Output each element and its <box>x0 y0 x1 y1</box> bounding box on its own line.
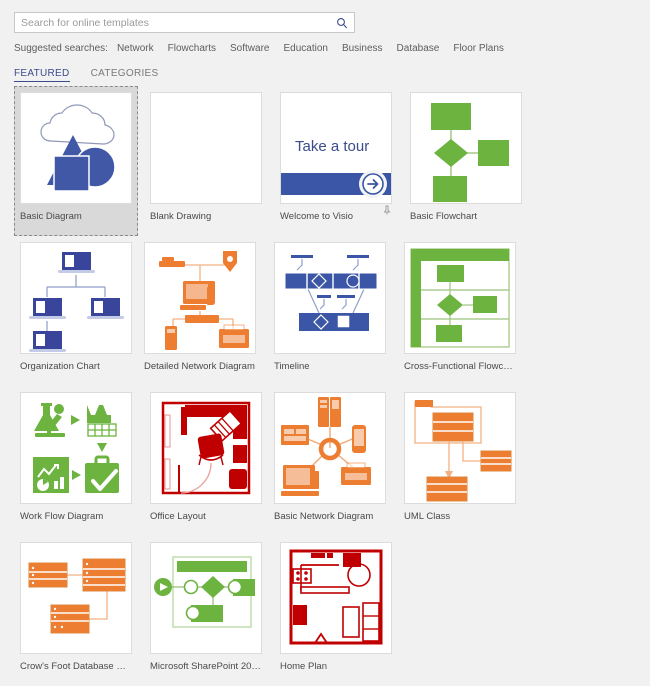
template-tile-crows-foot-database-notation[interactable]: Crow's Foot Database Notation <box>14 536 138 686</box>
template-caption: Home Plan <box>280 661 327 672</box>
template-cell: Blank Drawing <box>144 86 268 236</box>
template-tile-timeline[interactable]: Timeline <box>268 236 392 386</box>
template-tile-office-layout[interactable]: Office Layout <box>144 386 268 536</box>
suggested-searches: Suggested searches: Network Flowcharts Soft… <box>14 42 636 55</box>
tab-bar: FEATURED CATEGORIES <box>14 67 636 82</box>
template-thumbnail-basic-network-diagram <box>274 392 386 504</box>
template-thumbnail-detailed-network-diagram <box>144 242 256 354</box>
template-thumbnail-office-layout <box>150 392 262 504</box>
search-area: Suggested searches: Network Flowcharts Soft… <box>0 0 650 82</box>
template-caption: Basic Network Diagram <box>274 511 374 522</box>
suggested-search-business[interactable]: Business <box>342 43 383 54</box>
search-input[interactable] <box>15 13 331 32</box>
template-caption: Cross-Functional Flowchart <box>404 361 516 372</box>
template-thumbnail-crows-foot-database-notation <box>20 542 132 654</box>
template-thumbnail-basic-flowchart <box>410 92 522 204</box>
search-button[interactable] <box>332 14 352 31</box>
template-tile-home-plan[interactable]: Home Plan <box>274 536 398 686</box>
template-tile-detailed-network-diagram[interactable]: Detailed Network Diagram <box>138 236 262 386</box>
template-tile-cross-functional-flowchart[interactable]: Cross-Functional Flowchart <box>398 236 522 386</box>
template-cell: Cross-Functional Flowchart <box>398 236 522 386</box>
template-thumbnail-cross-functional-flowchart <box>404 242 516 354</box>
template-caption: Microsoft SharePoint 2013 Wor... <box>150 661 262 672</box>
template-cell: Basic Network Diagram <box>268 386 392 536</box>
template-tile-welcome-to-visio[interactable]: Take a tour Welcome to Visio <box>274 86 398 236</box>
template-caption: Blank Drawing <box>150 211 212 222</box>
search-box[interactable] <box>14 12 355 33</box>
template-grid: Basic Diagram Blank Drawing Take a tour <box>14 86 638 686</box>
template-caption: Organization Chart <box>20 361 100 372</box>
template-caption: Basic Diagram <box>20 211 82 222</box>
template-cell: Detailed Network Diagram <box>138 236 262 386</box>
take-a-tour-text: Take a tour <box>295 138 369 155</box>
template-thumbnail-timeline <box>274 242 386 354</box>
template-cell: Crow's Foot Database Notation <box>14 536 138 686</box>
template-thumbnail-sharepoint-2013-workflow <box>150 542 262 654</box>
template-thumbnail-basic-diagram <box>20 92 132 204</box>
suggested-search-floor-plans[interactable]: Floor Plans <box>453 43 504 54</box>
template-thumbnail-welcome-to-visio: Take a tour <box>280 92 392 204</box>
template-tile-basic-diagram[interactable]: Basic Diagram <box>14 86 138 236</box>
template-cell: Basic Flowchart <box>404 86 528 236</box>
suggested-search-flowcharts[interactable]: Flowcharts <box>168 43 216 54</box>
suggested-search-education[interactable]: Education <box>283 43 327 54</box>
suggested-search-database[interactable]: Database <box>397 43 440 54</box>
suggested-searches-label: Suggested searches: <box>14 43 108 54</box>
search-icon <box>336 17 348 29</box>
template-caption: Crow's Foot Database Notation <box>20 661 132 672</box>
template-tile-work-flow-diagram[interactable]: Work Flow Diagram <box>14 386 138 536</box>
template-thumbnail-uml-class <box>404 392 516 504</box>
template-cell: UML Class <box>398 386 522 536</box>
template-thumbnail-work-flow-diagram <box>20 392 132 504</box>
template-tile-blank-drawing[interactable]: Blank Drawing <box>144 86 268 236</box>
template-cell: Timeline <box>268 236 392 386</box>
tab-featured[interactable]: FEATURED <box>14 67 70 82</box>
template-tile-uml-class[interactable]: UML Class <box>398 386 522 536</box>
template-cell: Office Layout <box>144 386 268 536</box>
template-thumbnail-blank-drawing <box>150 92 262 204</box>
template-caption: Basic Flowchart <box>410 211 478 222</box>
template-cell: Work Flow Diagram <box>14 386 138 536</box>
template-tile-basic-network-diagram[interactable]: Basic Network Diagram <box>268 386 392 536</box>
template-caption: Work Flow Diagram <box>20 511 104 522</box>
template-caption: Office Layout <box>150 511 206 522</box>
template-tile-sharepoint-2013-workflow[interactable]: Microsoft SharePoint 2013 Wor... <box>144 536 268 686</box>
template-thumbnail-home-plan <box>280 542 392 654</box>
template-caption: Timeline <box>274 361 310 372</box>
template-caption: UML Class <box>404 511 451 522</box>
template-cell: Microsoft SharePoint 2013 Wor... <box>144 536 268 686</box>
template-tile-organization-chart[interactable]: Organization Chart <box>14 236 138 386</box>
template-thumbnail-organization-chart <box>20 242 132 354</box>
template-cell: Take a tour Welcome to Visio <box>274 86 398 236</box>
template-cell: Organization Chart <box>14 236 138 386</box>
suggested-search-software[interactable]: Software <box>230 43 269 54</box>
template-caption: Welcome to Visio <box>280 211 354 222</box>
tab-categories[interactable]: CATEGORIES <box>91 67 159 81</box>
suggested-search-network[interactable]: Network <box>117 43 154 54</box>
template-tile-basic-flowchart[interactable]: Basic Flowchart <box>404 86 528 236</box>
template-cell: Basic Diagram <box>14 86 138 236</box>
template-caption: Detailed Network Diagram <box>144 361 255 372</box>
pin-icon[interactable] <box>383 205 391 215</box>
template-cell: Home Plan <box>274 536 398 686</box>
